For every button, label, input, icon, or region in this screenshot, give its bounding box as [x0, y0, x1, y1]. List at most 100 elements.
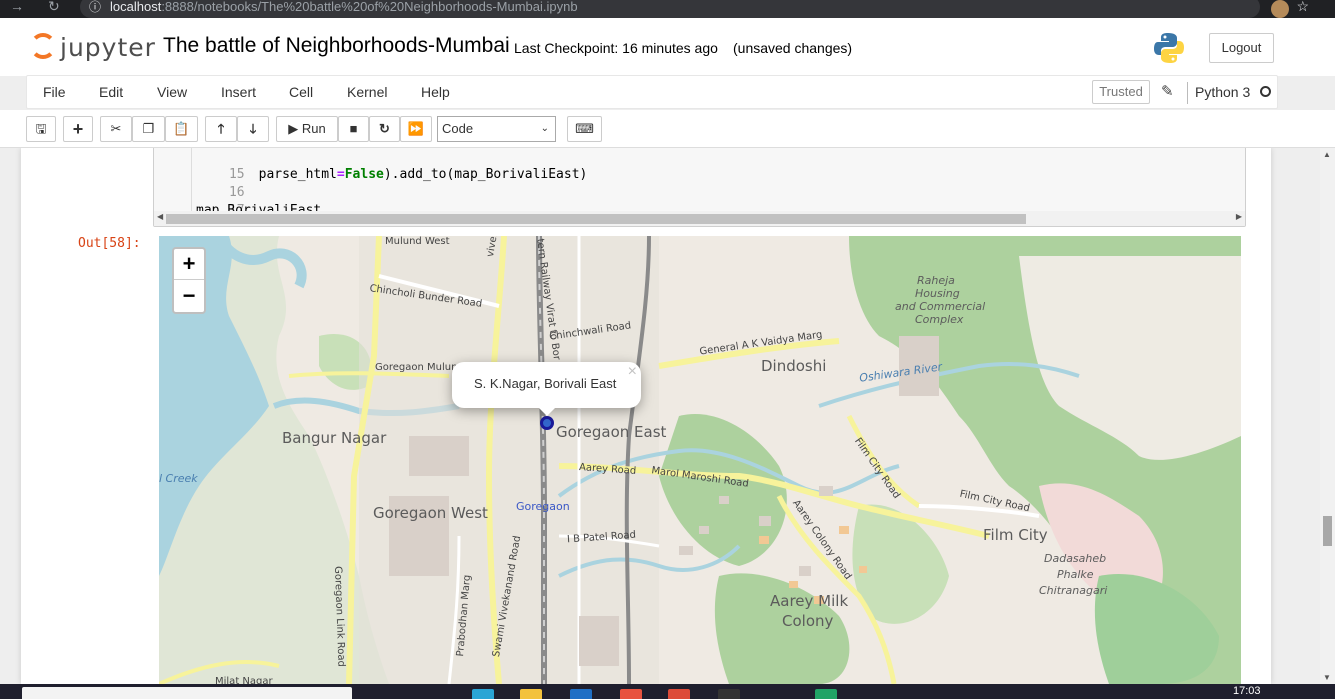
jupyter-wordmark: jupyter: [60, 33, 156, 62]
insert-cell-button[interactable]: +: [63, 116, 93, 142]
popup-text: S. K.Nagar, Borivali East: [474, 376, 617, 391]
scroll-left-icon[interactable]: ◀: [157, 212, 163, 221]
chrome-icon[interactable]: [668, 689, 690, 699]
menu-file[interactable]: File: [43, 84, 66, 100]
stop-icon: ■: [349, 121, 358, 136]
address-bar[interactable]: ⓘ localhost:8888/notebooks/The%20battle%…: [80, 0, 1260, 18]
back-icon[interactable]: →: [10, 0, 24, 14]
map-label: Milat Nagar: [215, 676, 273, 684]
office-icon[interactable]: [620, 689, 642, 699]
arrow-down-icon: 🡓: [249, 121, 257, 136]
map-label: l Creek: [159, 472, 198, 485]
notebook-container: 15 parse_html=False).add_to(map_Borivali…: [0, 148, 1320, 684]
copy-icon: ❐: [142, 121, 155, 136]
file-explorer-icon[interactable]: [520, 689, 542, 699]
fast-forward-icon: ⏩: [407, 121, 425, 136]
restart-icon: ↻: [379, 121, 390, 136]
url-host: localhost: [110, 0, 162, 14]
url-path: :8888/notebooks/The%20battle%20of%20Neig…: [161, 0, 578, 14]
restart-run-all-button[interactable]: ⏩: [400, 116, 432, 142]
terminal-icon[interactable]: [718, 689, 740, 699]
notebook-toolbar: 🖫 + ✂ ❐ 📋 🡑 🡓 ▶ Run ■ ↻ ⏩ Code ⌄ ⌨: [0, 110, 1335, 148]
keyboard-icon: ⌨: [575, 121, 594, 136]
map-label: Goregaon Mulun: [375, 362, 458, 373]
save-button[interactable]: 🖫: [26, 116, 56, 142]
menubar: File Edit View Insert Cell Kernel Help T…: [26, 75, 1278, 109]
scroll-down-icon[interactable]: ▼: [1323, 673, 1331, 682]
move-up-button[interactable]: 🡑: [205, 116, 237, 142]
map-tiles: [159, 236, 1241, 684]
scroll-up-icon[interactable]: ▲: [1323, 150, 1331, 159]
map-label: Colony: [782, 612, 834, 630]
code-cell-input[interactable]: 15 parse_html=False).add_to(map_Borivali…: [153, 148, 1246, 227]
code-text: parse_html=False).add_to(map_BorivaliEas…: [196, 167, 588, 182]
map-label: and Commercial: [895, 300, 986, 313]
bookmark-star-icon[interactable]: ☆: [1296, 0, 1325, 15]
map-label: Chitranagari: [1039, 584, 1108, 597]
interrupt-button[interactable]: ■: [338, 116, 369, 142]
trusted-badge[interactable]: Trusted: [1092, 80, 1150, 104]
arrow-up-icon: 🡑: [217, 121, 225, 136]
excel-icon[interactable]: [815, 689, 837, 699]
save-icon: 🖫: [35, 121, 47, 136]
cut-button[interactable]: ✂: [100, 116, 132, 142]
command-palette-button[interactable]: ⌨: [567, 116, 602, 142]
run-label: Run: [301, 121, 326, 136]
menu-cell[interactable]: Cell: [289, 84, 313, 100]
paste-icon: 📋: [173, 121, 190, 136]
map-label: Mulund West: [385, 236, 450, 247]
menu-insert[interactable]: Insert: [221, 84, 256, 100]
divider: [1187, 82, 1188, 104]
horizontal-scrollbar[interactable]: ◀ ▶: [154, 211, 1245, 226]
map-label: Raheja: [917, 274, 955, 287]
scrollbar-thumb[interactable]: [166, 214, 1026, 224]
move-down-button[interactable]: 🡓: [237, 116, 269, 142]
map-label: Goregaon: [516, 500, 570, 513]
jupyter-logo-icon: [30, 33, 56, 59]
scissors-icon: ✂: [110, 121, 122, 136]
paste-button[interactable]: 📋: [165, 116, 198, 142]
code-line: 15 parse_html=False).add_to(map_Borivali…: [154, 148, 587, 182]
notebook-title[interactable]: The battle of Neighborhoods-Mumbai: [163, 34, 510, 58]
map-label: Bangur Nagar: [282, 429, 387, 447]
map-label: Aarey Milk: [770, 592, 849, 610]
avatar[interactable]: [1271, 0, 1289, 18]
python-logo-icon: [1154, 33, 1184, 63]
logout-button[interactable]: Logout: [1209, 33, 1274, 63]
map-label: Dadasaheb: [1044, 552, 1107, 565]
play-icon: ▶: [288, 121, 299, 136]
plus-icon: +: [72, 119, 84, 139]
taskbar-search-input[interactable]: [22, 687, 352, 699]
run-button[interactable]: ▶ Run: [276, 116, 338, 142]
menu-kernel[interactable]: Kernel: [347, 84, 387, 100]
cell-type-value: Code: [442, 121, 474, 136]
zoom-out-button[interactable]: −: [174, 281, 204, 312]
kernel-name[interactable]: Python 3: [1195, 84, 1250, 100]
info-icon[interactable]: ⓘ: [89, 0, 101, 18]
menu-view[interactable]: View: [157, 84, 187, 100]
scrollbar-thumb[interactable]: [1323, 516, 1332, 546]
vertical-scrollbar[interactable]: ▲ ▼: [1320, 148, 1335, 684]
code-line: 17map_BorivaliEast: [154, 184, 321, 218]
map-label: Housing: [915, 287, 960, 300]
map-marker[interactable]: [540, 416, 554, 430]
restart-button[interactable]: ↻: [369, 116, 400, 142]
folium-map[interactable]: Mulund West Chincholi Bunder Road viveka…: [159, 236, 1241, 684]
menu-help[interactable]: Help: [421, 84, 450, 100]
close-icon[interactable]: ×: [628, 363, 637, 381]
pencil-icon[interactable]: ✎: [1161, 82, 1174, 100]
edge-icon[interactable]: [472, 689, 494, 699]
scroll-right-icon[interactable]: ▶: [1236, 212, 1242, 221]
zoom-in-button[interactable]: +: [174, 249, 204, 280]
chevron-down-icon: ⌄: [540, 123, 549, 134]
cell-type-select[interactable]: Code ⌄: [437, 116, 556, 142]
map-label: Goregaon West: [373, 504, 488, 522]
copy-button[interactable]: ❐: [132, 116, 165, 142]
reload-icon[interactable]: ↻: [48, 0, 60, 15]
kernel-idle-icon: [1260, 86, 1271, 97]
map-label: Phalke: [1057, 568, 1094, 581]
marker-popup: S. K.Nagar, Borivali East ×: [452, 362, 641, 416]
store-icon[interactable]: [570, 689, 592, 699]
jupyter-logo[interactable]: jupyter: [30, 31, 155, 65]
menu-edit[interactable]: Edit: [99, 84, 123, 100]
